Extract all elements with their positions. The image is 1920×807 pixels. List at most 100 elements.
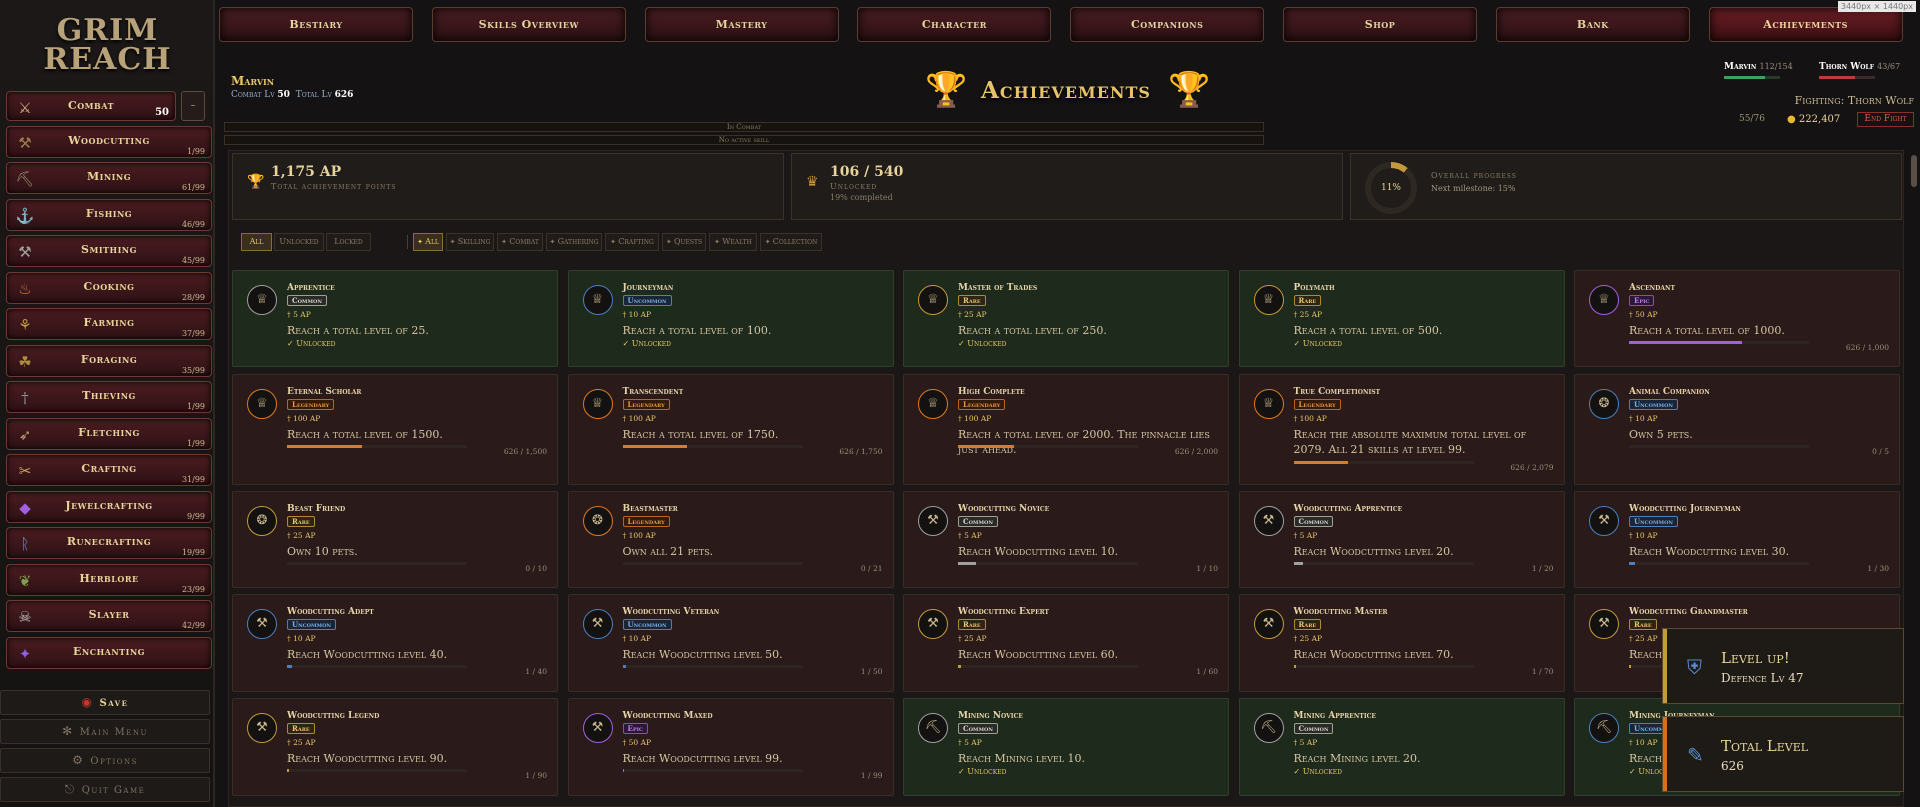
rarity-badge: Legendary <box>958 399 1006 410</box>
achievement-card[interactable]: ⚒ Woodcutting Master Rare † 25 AP Reach Wood… <box>1238 594 1565 692</box>
achievement-card[interactable]: ⚒ Woodcutting Journeyman Uncommon † 10 AP Re… <box>1574 491 1900 588</box>
tab-bestiary[interactable]: Bestiary <box>219 7 413 42</box>
sidebar-skill-jewelcrafting[interactable]: ◆ Jewelcrafting 9/99 <box>6 490 212 523</box>
progress-bar <box>958 562 1138 565</box>
achievement-card[interactable]: ♕ Journeyman Uncommon † 10 AP Reach a total … <box>567 270 894 367</box>
combat-collapse-button[interactable]: – <box>181 91 205 121</box>
sidebar-skill-thieving[interactable]: † Thieving 1/99 <box>6 381 212 413</box>
sidebar-skill-slayer[interactable]: ☠ Slayer 42/99 <box>6 600 212 632</box>
achievement-card[interactable]: ♕ Transcendent Legendary † 100 AP Reach a to… <box>567 374 894 485</box>
achievement-card[interactable]: ❂ Beast Friend Rare † 25 AP Own 10 pets. 0 / … <box>232 491 558 588</box>
achievement-card[interactable]: ♕ Ascendant Epic † 50 AP Reach a total level… <box>1574 270 1900 367</box>
axe-icon: ⚒ <box>1589 506 1619 536</box>
combat-level-label: Combat Lv <box>231 90 275 100</box>
skill-name: Woodcutting <box>68 133 150 147</box>
achievement-card[interactable]: ⚒ Woodcutting Maxed Epic † 50 AP Reach Woodc… <box>567 698 894 796</box>
sidebar-skill-combat[interactable]: ⚔ Combat 50 <box>6 91 176 121</box>
quit-game-button[interactable]: ⎋ Quit Game <box>0 777 210 802</box>
rarity-badge: Uncommon <box>622 295 672 306</box>
sidebar-skill-cooking[interactable]: ♨ Cooking 28/99 <box>6 271 212 304</box>
filter-category-crafting[interactable]: ✦ Crafting <box>605 233 659 251</box>
sidebar-skill-mining[interactable]: ⛏ Mining 61/99 <box>6 162 212 194</box>
progress-ring-value: 11% <box>1371 168 1411 208</box>
tab-skills-overview[interactable]: Skills Overview <box>431 7 626 42</box>
sidebar-skill-fletching[interactable]: ➶ Fletching 1/99 <box>6 417 212 450</box>
sidebar-skill-crafting[interactable]: ✂ Crafting 31/99 <box>6 454 212 486</box>
toast-notification[interactable]: ✎ Total Level 626 <box>1662 716 1904 792</box>
ap-value: 25 AP <box>964 634 987 643</box>
sidebar-skill-enchanting[interactable]: ✦ Enchanting <box>6 636 212 669</box>
ap-stat: 🏆 1,175 AP Total achievement points <box>232 153 784 220</box>
achievement-card[interactable]: ♕ High Complete Legendary † 100 AP Reach a t… <box>903 374 1229 485</box>
combat-status: Marvin 112/154 Thorn Wolf 43/67 Fighting… <box>1719 62 1914 127</box>
achievement-card[interactable]: ⚒ Woodcutting Adept Uncommon † 10 AP Reach W… <box>232 594 558 692</box>
rarity-badge: Common <box>958 516 998 527</box>
progress-bar <box>287 562 467 565</box>
sidebar-skill-farming[interactable]: ⚘ Farming 37/99 <box>6 308 212 340</box>
achievement-card[interactable]: ⚒ Woodcutting Apprentice Common † 5 AP Reach… <box>1238 491 1565 588</box>
axe-icon: ⚒ <box>582 713 613 743</box>
save-icon: ◉ <box>81 695 94 709</box>
options-button[interactable]: ⚙ Options <box>0 748 210 773</box>
filter-locked[interactable]: Locked <box>326 233 371 251</box>
achievement-card[interactable]: ❂ Animal Companion Uncommon † 10 AP Own 5 pe… <box>1574 374 1900 485</box>
achievement-card[interactable]: ⛏ Mining Apprentice Common † 5 AP Reach Mini… <box>1238 698 1565 796</box>
achievement-card[interactable]: ♕ True Completionist Legendary † 100 AP Reac… <box>1238 374 1565 485</box>
filter-all[interactable]: All <box>241 233 272 251</box>
achievements-panel: 🏆 1,175 AP Total achievement points ♛ 10… <box>228 150 1904 807</box>
progress-text: 626 / 2,079 <box>1510 463 1554 472</box>
progress-bar <box>1293 562 1474 565</box>
ap-reward: † 5 AP <box>1294 531 1318 540</box>
trophy-icon: ♕ <box>582 389 613 419</box>
achievement-card[interactable]: ♕ Eternal Scholar Legendary † 100 AP Reach a… <box>232 374 558 485</box>
sidebar-skill-fishing[interactable]: ⚓ Fishing 46/99 <box>6 198 212 231</box>
filter-category-wealth[interactable]: ✦ Wealth <box>709 233 757 251</box>
ap-reward: † 5 AP <box>1294 738 1318 747</box>
axe-icon: ⚒ <box>247 609 277 639</box>
achievement-card[interactable]: ⚒ Woodcutting Legend Rare † 25 AP Reach Wood… <box>232 698 558 796</box>
achievement-card[interactable]: ♕ Master of Trades Rare † 25 AP Reach a tota… <box>903 270 1229 367</box>
sidebar-skill-herblore[interactable]: ❦ Herblore 23/99 <box>6 563 212 596</box>
filter-category-collection[interactable]: ✦ Collection <box>760 233 822 251</box>
achievement-card[interactable]: ⚒ Woodcutting Novice Common † 5 AP Reach Woo… <box>903 491 1229 588</box>
sidebar-skill-woodcutting[interactable]: ⚒ Woodcutting 1/99 <box>6 125 212 158</box>
filter-category-combat[interactable]: ✦ Combat <box>497 233 543 251</box>
tab-achievements[interactable]: Achievements <box>1708 7 1903 42</box>
enemy-hp-bar <box>1819 76 1875 79</box>
achievement-card[interactable]: ♕ Apprentice Common † 5 AP Reach a total lev… <box>232 270 558 367</box>
axe-icon: ⚒ <box>582 609 613 639</box>
filter-category-quests[interactable]: ✦ Quests <box>662 233 706 251</box>
achievement-card[interactable]: ❂ Beastmaster Legendary † 100 AP Own all 21 … <box>567 491 894 588</box>
filter-category-all[interactable]: ✦ All <box>413 233 443 251</box>
tab-character[interactable]: Character <box>857 7 1052 42</box>
skill-level: 35/99 <box>181 365 205 375</box>
sidebar-skill-foraging[interactable]: ☘ Foraging 35/99 <box>6 344 212 377</box>
scrollbar[interactable] <box>1911 155 1917 187</box>
filter-unlocked[interactable]: Unlocked <box>274 233 324 251</box>
skill-name: Combat <box>67 99 115 112</box>
ap-value: 5 AP <box>1299 738 1318 747</box>
sidebar-skill-runecrafting[interactable]: ᚱ Runecrafting 19/99 <box>6 527 212 559</box>
tab-companions[interactable]: Companions <box>1070 7 1265 42</box>
tab-shop[interactable]: Shop <box>1283 7 1477 42</box>
tab-bank[interactable]: Bank <box>1495 7 1690 42</box>
achievement-card[interactable]: ⚒ Woodcutting Expert Rare † 25 AP Reach Wood… <box>903 594 1229 692</box>
save-button[interactable]: ◉ Save <box>0 690 210 715</box>
achievement-title: Woodcutting Veteran <box>622 607 720 617</box>
filter-category-skilling[interactable]: ✦ Skilling <box>446 233 494 251</box>
ap-reward: † 100 AP <box>287 414 320 423</box>
kill-count: 55/76 <box>1739 114 1765 124</box>
progress-text: 0 / 10 <box>525 564 547 573</box>
achievement-description: Reach a total level of 1000. <box>1629 324 1785 337</box>
sidebar-skill-smithing[interactable]: ⚒ Smithing 45/99 <box>6 235 212 267</box>
player-name: Marvin <box>231 74 275 88</box>
toast-notification[interactable]: ⛨ Level up! Defence Lv 47 <box>1662 628 1904 704</box>
main-menu-button[interactable]: ✻ Main Menu <box>0 719 210 744</box>
achievement-card[interactable]: ⚒ Woodcutting Veteran Uncommon † 10 AP Reach… <box>567 594 894 692</box>
achievement-card[interactable]: ⛏ Mining Novice Common † 5 AP Reach Mining l… <box>903 698 1229 796</box>
ap-value: 100 AP <box>628 414 656 423</box>
filter-category-gathering[interactable]: ✦ Gathering <box>546 233 602 251</box>
tab-mastery[interactable]: Mastery <box>644 7 839 42</box>
end-fight-button[interactable]: End Fight <box>1857 112 1914 127</box>
achievement-card[interactable]: ♕ Polymath Rare † 25 AP Reach a total level … <box>1238 270 1565 367</box>
